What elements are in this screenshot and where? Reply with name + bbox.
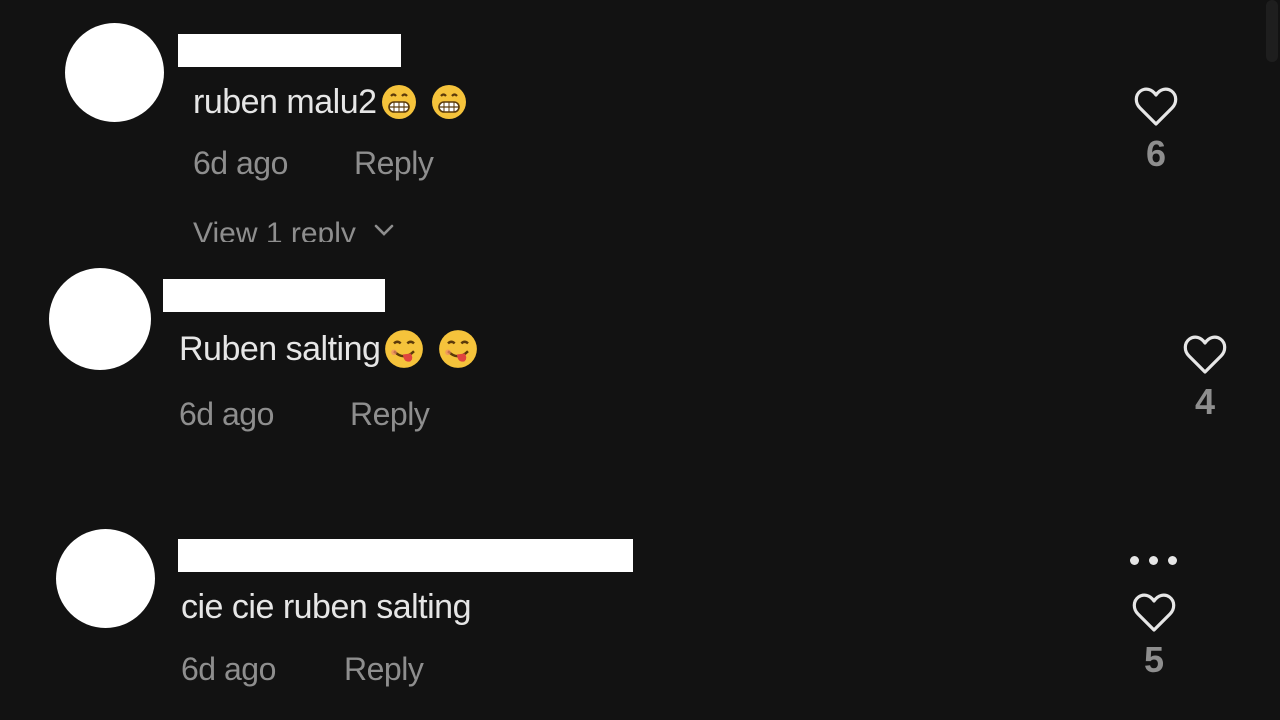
view-replies-button[interactable]: View 1 reply xyxy=(193,216,396,242)
dot xyxy=(1168,556,1177,565)
dot xyxy=(1130,556,1139,565)
face-savoring-food-emoji xyxy=(439,330,478,368)
timestamp: 6d ago xyxy=(193,145,288,181)
dot xyxy=(1149,556,1158,565)
avatar[interactable] xyxy=(65,23,164,122)
like-control: 6 xyxy=(1126,86,1186,174)
scrollbar[interactable] xyxy=(1266,0,1278,62)
reply-button[interactable]: Reply xyxy=(354,145,434,181)
like-count: 6 xyxy=(1145,133,1167,174)
timestamp: 6d ago xyxy=(181,651,276,687)
view-replies-label: View 1 reply xyxy=(193,217,356,242)
timestamp: 6d ago xyxy=(179,396,274,432)
comments-panel: ruben malu2 6d ago Reply View 1 reply 6 … xyxy=(0,0,1280,720)
more-horizontal-icon[interactable] xyxy=(1130,556,1177,565)
comment-body: cie cie ruben salting xyxy=(181,588,472,626)
comment-text: cie cie ruben salting xyxy=(181,587,472,627)
chevron-down-icon xyxy=(374,224,394,236)
heart-outline-icon[interactable] xyxy=(1132,592,1176,634)
grinning-teeth-emoji xyxy=(431,85,466,119)
comment-text: ruben malu2 xyxy=(193,82,467,122)
comment-body: Ruben salting xyxy=(179,330,381,368)
reply-button[interactable]: Reply xyxy=(350,396,430,432)
reply-button[interactable]: Reply xyxy=(344,651,424,687)
username-redacted[interactable] xyxy=(178,34,401,67)
like-count: 4 xyxy=(1194,381,1216,422)
like-control: 5 xyxy=(1124,592,1184,680)
comment-body: ruben malu2 xyxy=(193,83,377,121)
heart-outline-icon[interactable] xyxy=(1134,86,1178,128)
like-count: 5 xyxy=(1143,639,1165,680)
comment-text: Ruben salting xyxy=(179,329,478,369)
heart-outline-icon[interactable] xyxy=(1183,334,1227,376)
face-savoring-food-emoji xyxy=(385,330,424,368)
avatar[interactable] xyxy=(56,529,155,628)
avatar[interactable] xyxy=(49,268,151,370)
username-redacted[interactable] xyxy=(178,539,633,572)
grinning-teeth-emoji xyxy=(381,85,416,119)
username-redacted[interactable] xyxy=(163,279,385,312)
like-control: 4 xyxy=(1175,334,1235,422)
